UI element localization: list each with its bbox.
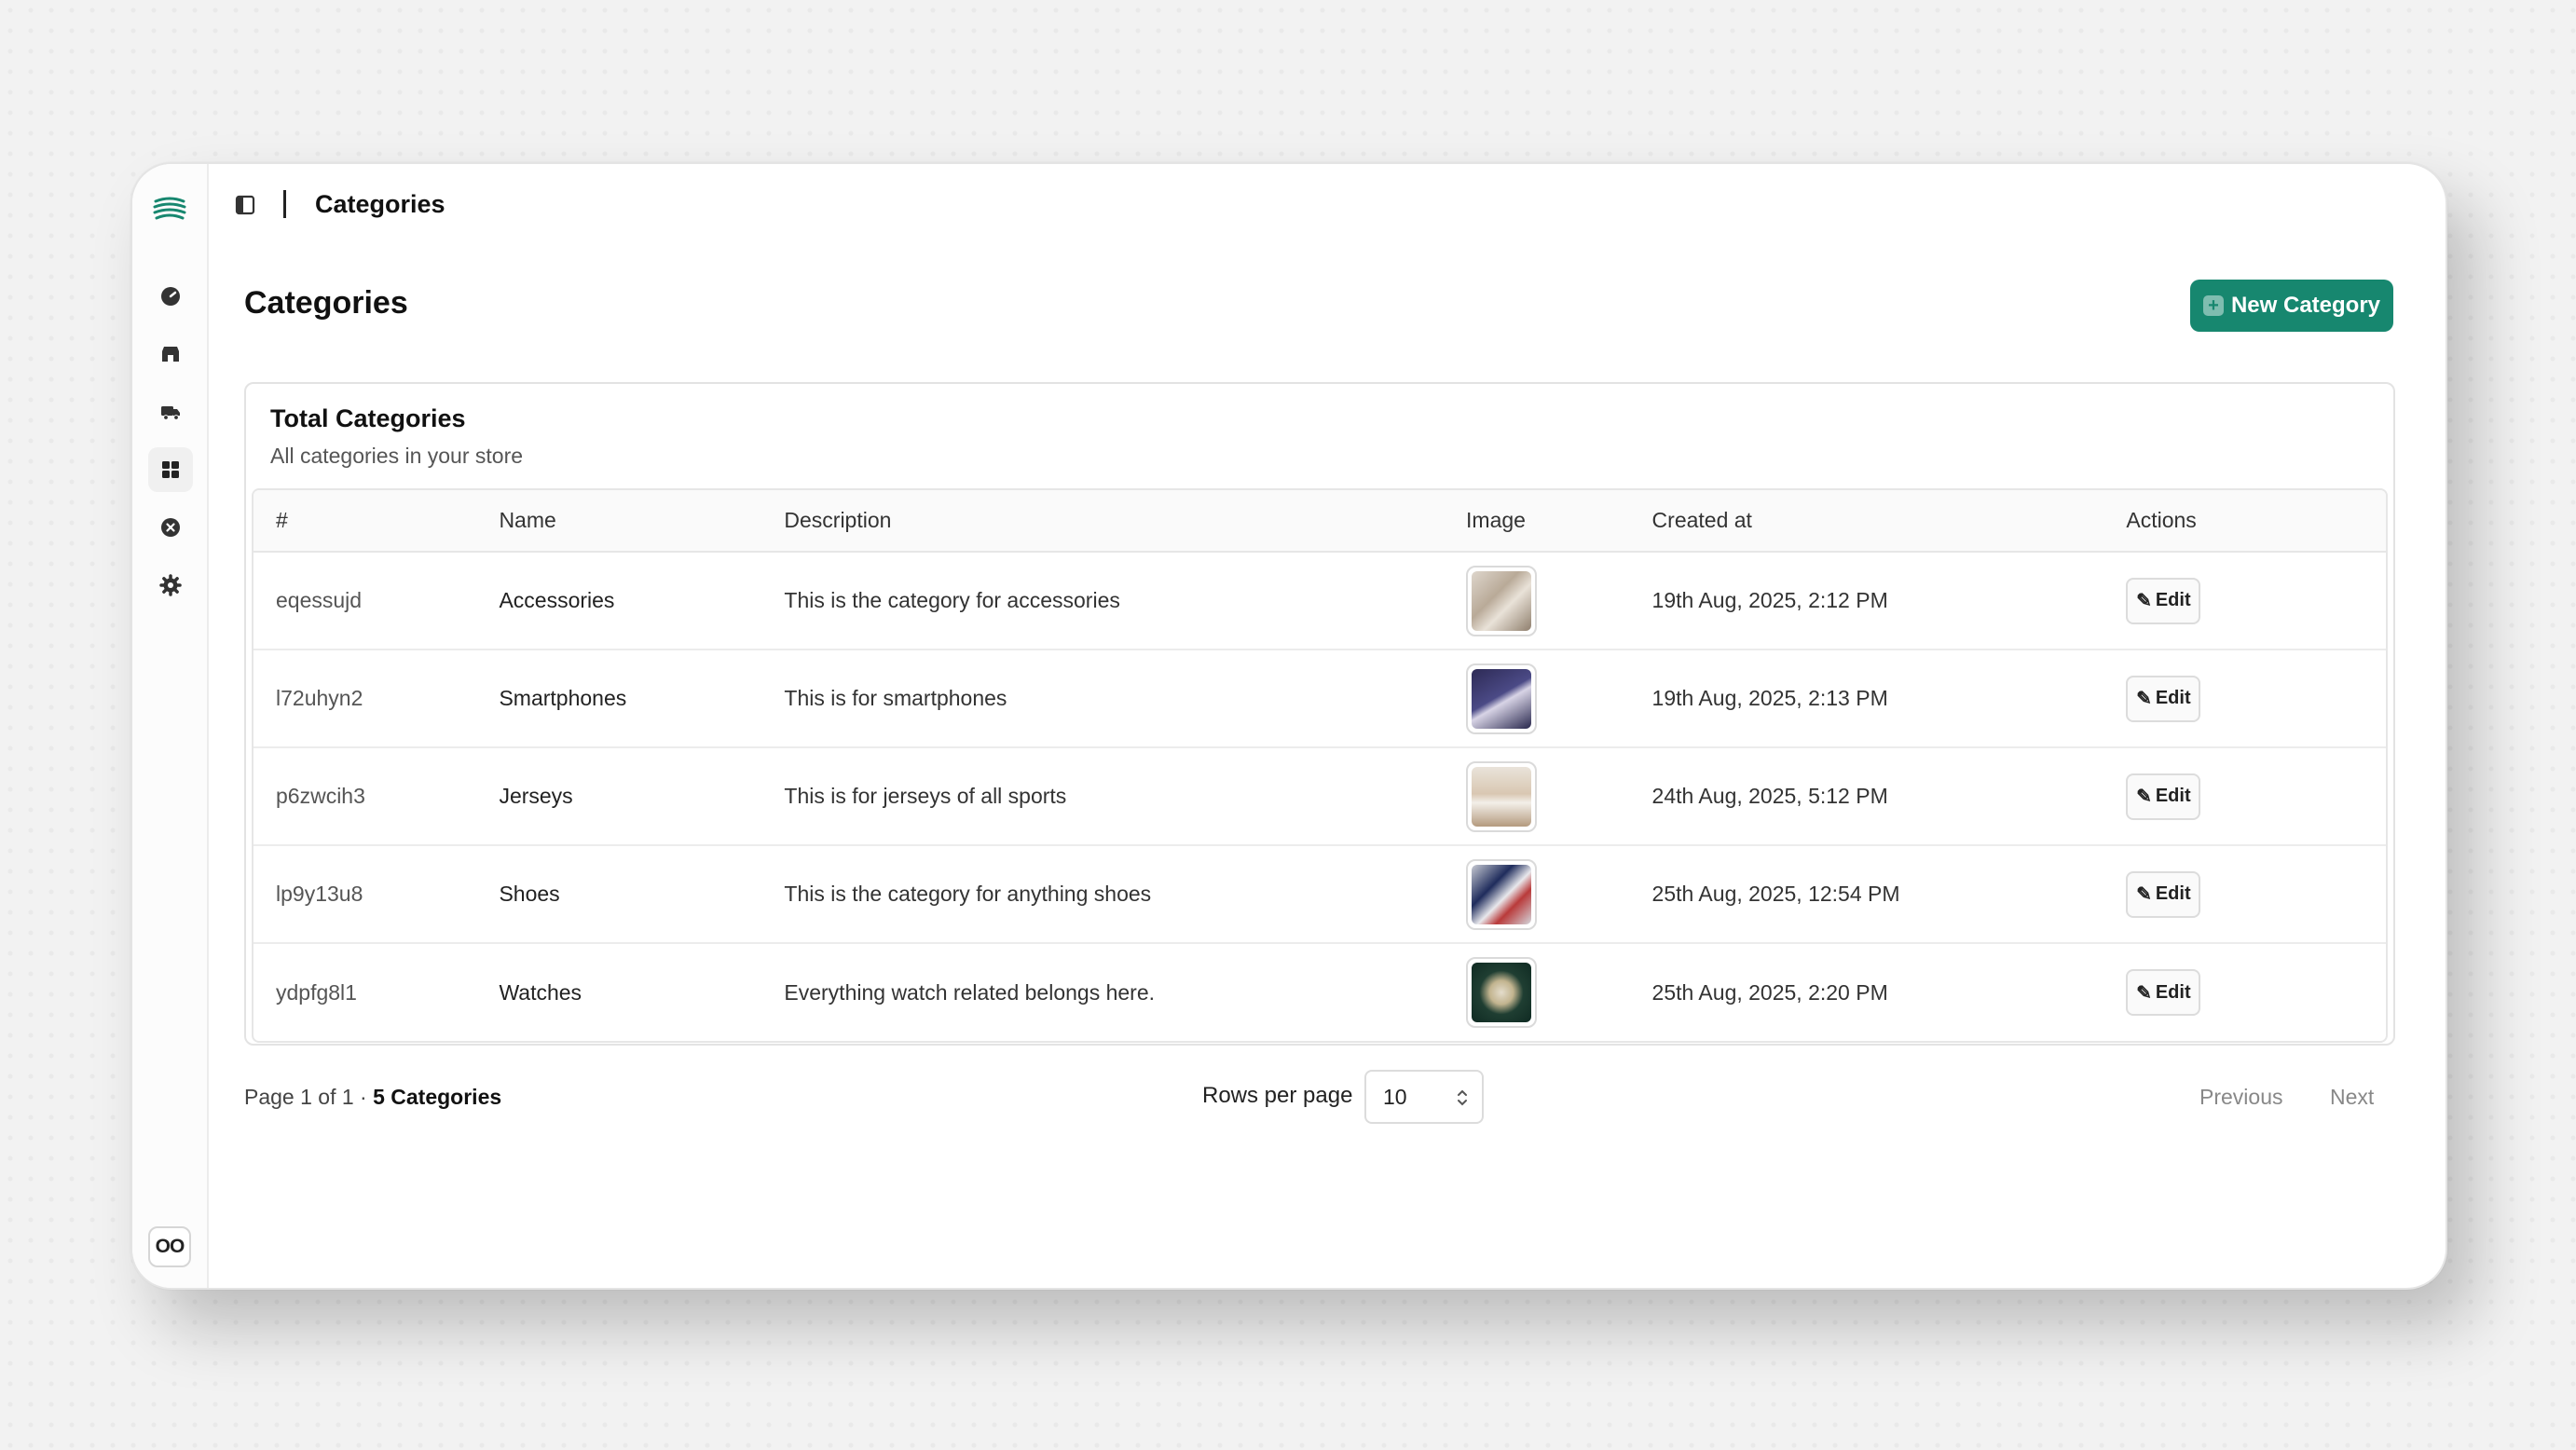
breadcrumb: Categories bbox=[315, 190, 445, 218]
app-window: OO Categories Categories + New Category … bbox=[130, 162, 2447, 1290]
edit-label: Edit bbox=[2155, 786, 2191, 806]
categories-table: # Name Description Image Created at Acti… bbox=[252, 488, 2388, 1043]
edit-button[interactable]: ✎ Edit bbox=[2126, 969, 2201, 1016]
edit-button[interactable]: ✎ Edit bbox=[2126, 675, 2201, 722]
pagination-info: Page 1 of 1 · 5 Categories bbox=[244, 1085, 501, 1110]
rows-per-page-label: Rows per page bbox=[1202, 1083, 1353, 1108]
previous-page-button[interactable]: Previous bbox=[2199, 1085, 2282, 1110]
table-row: eqessujd Accessories This is the categor… bbox=[253, 552, 2386, 650]
edit-button[interactable]: ✎ Edit bbox=[2126, 577, 2201, 624]
gear-icon bbox=[159, 574, 182, 596]
column-header-description: Description bbox=[761, 490, 1445, 553]
edit-label: Edit bbox=[2155, 883, 2191, 904]
sidebar-item-categories[interactable] bbox=[148, 447, 193, 492]
edit-label: Edit bbox=[2155, 688, 2191, 708]
row-name: Shoes bbox=[476, 845, 762, 944]
row-description: This is for jerseys of all sports bbox=[761, 747, 1445, 846]
category-thumbnail[interactable] bbox=[1466, 663, 1538, 734]
category-count: 5 Categories bbox=[373, 1085, 502, 1109]
edit-label: Edit bbox=[2155, 590, 2191, 610]
row-description: Everything watch related belongs here. bbox=[784, 979, 1156, 1005]
new-category-label: New Category bbox=[2230, 293, 2381, 318]
rows-per-page-value: 10 bbox=[1383, 1084, 1407, 1109]
category-thumbnail[interactable] bbox=[1466, 858, 1538, 930]
row-description: This is the category for accessories bbox=[761, 552, 1445, 650]
row-created: 19th Aug, 2025, 2:13 PM bbox=[1629, 650, 2104, 748]
row-name: Accessories bbox=[476, 552, 762, 650]
table-header-row: # Name Description Image Created at Acti… bbox=[253, 490, 2386, 553]
column-header-id: # bbox=[253, 490, 477, 553]
close-circle-icon bbox=[161, 518, 180, 537]
categories-card: Total Categories All categories in your … bbox=[244, 382, 2395, 1046]
topbar-divider bbox=[283, 190, 286, 218]
row-name: Smartphones bbox=[476, 650, 762, 748]
truck-icon bbox=[161, 406, 180, 420]
pen-icon: ✎ bbox=[2136, 884, 2152, 905]
category-thumbnail[interactable] bbox=[1466, 957, 1538, 1028]
table-row: ydpfg8l1 Watches Everything watch relate… bbox=[253, 943, 2386, 1041]
rows-per-page-select[interactable]: 10 bbox=[1364, 1070, 1484, 1124]
pen-icon: ✎ bbox=[2136, 591, 2152, 611]
column-header-created: Created at bbox=[1629, 490, 2104, 553]
next-page-button[interactable]: Next bbox=[2330, 1085, 2374, 1110]
sidebar-item-dashboard[interactable] bbox=[148, 274, 193, 319]
table-row: p6zwcih3 Jerseys This is for jerseys of … bbox=[253, 747, 2386, 846]
card-subtitle: All categories in your store bbox=[270, 444, 524, 468]
edit-button[interactable]: ✎ Edit bbox=[2126, 870, 2201, 918]
new-category-button[interactable]: + New Category bbox=[2190, 280, 2393, 332]
pen-icon: ✎ bbox=[2136, 787, 2152, 807]
row-created: 19th Aug, 2025, 2:12 PM bbox=[1629, 552, 2104, 650]
row-name: Jerseys bbox=[476, 747, 762, 846]
gauge-icon bbox=[161, 287, 180, 306]
row-id: l72uhyn2 bbox=[253, 650, 477, 748]
table-row: l72uhyn2 Smartphones This is for smartph… bbox=[253, 650, 2386, 748]
row-created: 24th Aug, 2025, 5:12 PM bbox=[1629, 747, 2104, 846]
plus-icon: + bbox=[2202, 295, 2224, 316]
sidebar-toggle-icon[interactable] bbox=[234, 194, 256, 216]
table-row: lp9y13u8 Shoes This is the category for … bbox=[253, 845, 2386, 944]
topbar: Categories bbox=[209, 164, 2446, 248]
pen-icon: ✎ bbox=[2136, 689, 2152, 709]
row-created: 25th Aug, 2025, 2:20 PM bbox=[1651, 979, 1888, 1005]
sidebar-item-settings[interactable] bbox=[148, 563, 193, 608]
store-icon bbox=[162, 347, 179, 362]
category-thumbnail[interactable] bbox=[1466, 565, 1538, 636]
sidebar-item-orders[interactable] bbox=[148, 390, 193, 434]
chevron-updown-icon bbox=[1458, 1089, 1467, 1106]
row-id: lp9y13u8 bbox=[253, 845, 477, 944]
edit-label: Edit bbox=[2155, 981, 2191, 1003]
logo-icon[interactable] bbox=[152, 190, 187, 226]
edit-button[interactable]: ✎ Edit bbox=[2126, 773, 2201, 820]
row-id: p6zwcih3 bbox=[253, 747, 477, 846]
pen-icon: ✎ bbox=[2136, 982, 2152, 1004]
column-header-actions: Actions bbox=[2103, 490, 2386, 553]
column-header-image: Image bbox=[1444, 490, 1630, 553]
row-id: ydpfg8l1 bbox=[276, 979, 357, 1005]
page-title: Categories bbox=[244, 285, 408, 321]
card-title: Total Categories bbox=[270, 404, 466, 432]
row-description: This is the category for anything shoes bbox=[761, 845, 1445, 944]
row-created: 25th Aug, 2025, 12:54 PM bbox=[1629, 845, 2104, 944]
sidebar: OO bbox=[132, 164, 209, 1288]
sidebar-item-discounts[interactable] bbox=[148, 505, 193, 550]
sidebar-item-store[interactable] bbox=[148, 332, 193, 376]
row-name: Watches bbox=[499, 979, 582, 1005]
column-header-name: Name bbox=[476, 490, 762, 553]
grid-icon bbox=[162, 461, 179, 478]
category-thumbnail[interactable] bbox=[1466, 760, 1538, 832]
page-info: Page 1 of 1 · bbox=[244, 1085, 374, 1109]
row-id: eqessujd bbox=[253, 552, 477, 650]
row-description: This is for smartphones bbox=[761, 650, 1445, 748]
user-badge[interactable]: OO bbox=[148, 1226, 191, 1267]
